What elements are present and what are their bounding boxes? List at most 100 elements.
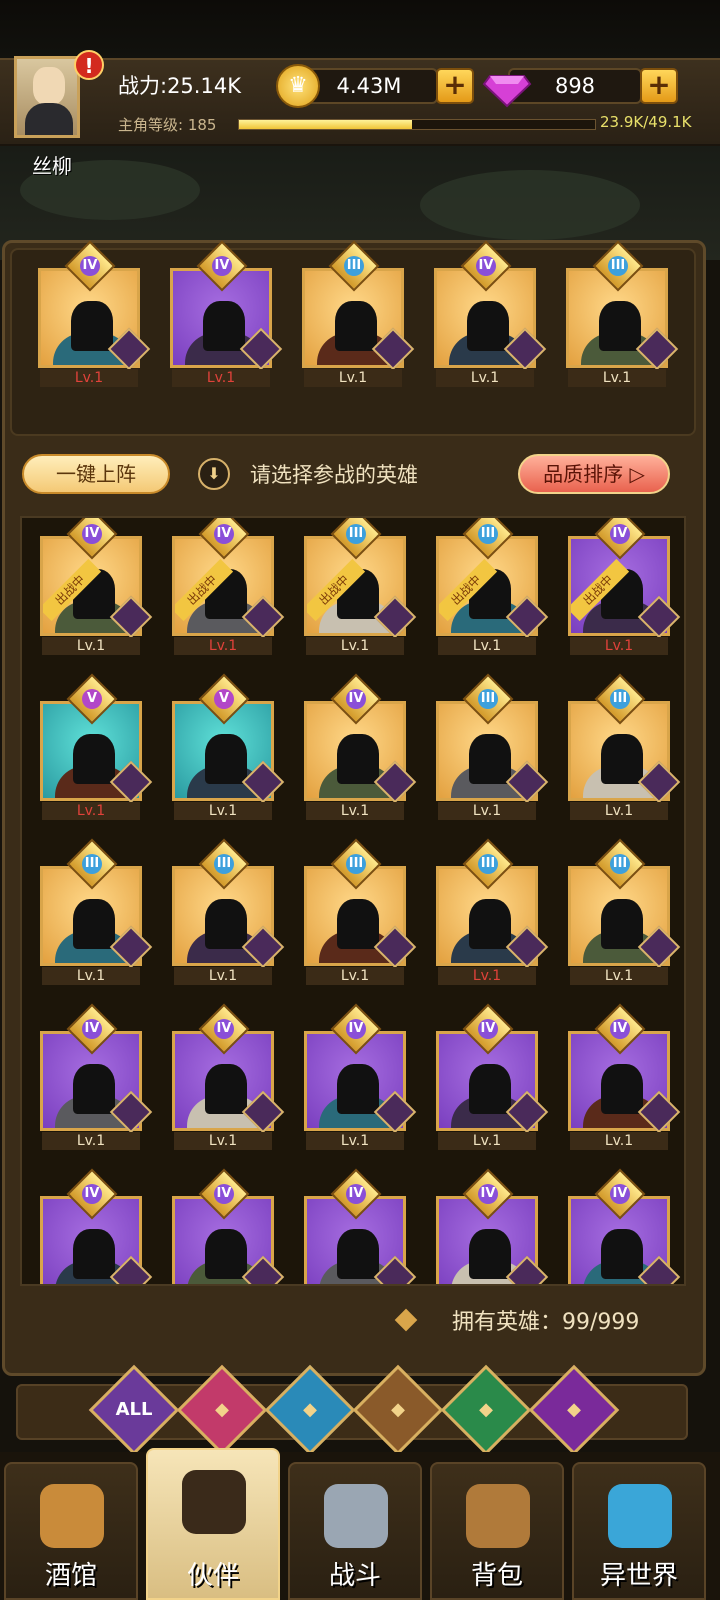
hero-card[interactable]: IV Lv.1 [170, 240, 283, 387]
lion-icon: ◆ [391, 1399, 405, 1420]
hero-card[interactable]: V Lv.1 [172, 673, 285, 820]
hero-card[interactable]: III Lv.1 [40, 838, 153, 985]
player-level: 185 [187, 116, 217, 134]
hero-level: Lv.1 [570, 637, 668, 655]
hero-card[interactable]: IV Lv.1 [40, 1003, 153, 1150]
hero-level: Lv.1 [306, 1132, 404, 1150]
hero-head [599, 301, 641, 351]
nav-tab-backpack[interactable]: 背包 [430, 1462, 564, 1600]
hero-head [337, 1064, 379, 1114]
gold-coin-icon: ♛ [276, 64, 320, 108]
add-gold-button[interactable]: + [436, 68, 474, 104]
fighter-filter-button[interactable]: ◆ [176, 1364, 268, 1456]
lion-filter-button[interactable]: ◆ [352, 1364, 444, 1456]
hero-card[interactable]: IV Lv.1 [304, 1003, 417, 1150]
rank-label: III [346, 258, 362, 273]
hero-card[interactable]: IV [172, 1168, 285, 1284]
nav-tab-partner[interactable]: 伙伴 [146, 1448, 280, 1600]
hero-card[interactable]: III Lv.1 [172, 838, 285, 985]
hero-head [73, 899, 115, 949]
rank-label: IV [348, 1021, 364, 1036]
goblin-filter-button[interactable]: ◆ [264, 1364, 356, 1456]
hero-card[interactable]: IV [436, 1168, 549, 1284]
nav-tab-battle[interactable]: 战斗 [288, 1462, 422, 1600]
quality-sort-button[interactable]: 品质排序 ▷ [518, 454, 670, 494]
hero-card[interactable]: 出战中 IV Lv.1 [172, 518, 285, 655]
nav-tab-tavern[interactable]: 酒馆 [4, 1462, 138, 1600]
rank-label: III [216, 856, 232, 871]
hero-head [469, 1229, 511, 1279]
hero-count: 拥有英雄：99/999 [452, 1310, 640, 1335]
tavern-icon [40, 1484, 104, 1548]
hero-card[interactable]: 出战中 IV Lv.1 [40, 518, 153, 655]
rank-label: III [480, 526, 496, 541]
hero-level: Lv.1 [438, 637, 536, 655]
xp-text: 23.9K/49.1K [600, 113, 692, 131]
hero-card[interactable]: IV Lv.1 [568, 1003, 681, 1150]
demon-filter-button[interactable]: ◆ [528, 1364, 620, 1456]
combat-power: 战力:25.14K [118, 74, 241, 98]
nav-tab-label: 异世界 [599, 1561, 678, 1591]
rank-label: IV [480, 1186, 496, 1201]
hero-card[interactable]: IV [568, 1168, 681, 1284]
rank-label: III [612, 856, 628, 871]
hero-card[interactable]: III Lv.1 [304, 838, 417, 985]
hero-level: Lv.1 [306, 967, 404, 985]
hero-level: Lv.1 [42, 802, 140, 820]
hero-card[interactable]: III Lv.1 [302, 240, 415, 387]
nav-tab-label: 酒馆 [44, 1561, 97, 1591]
all-filter-button[interactable]: ALL [88, 1364, 180, 1456]
rank-label: IV [478, 258, 494, 273]
auto-deploy-button[interactable]: 一键上阵 [22, 454, 170, 494]
rank-label: IV [214, 258, 230, 273]
partner-icon [182, 1470, 246, 1534]
hero-card[interactable]: V Lv.1 [40, 673, 153, 820]
hero-head [601, 734, 643, 784]
player-name: 丝柳 [32, 154, 72, 178]
player-level-label: 主角等级: 185 [118, 116, 217, 134]
hero-head [469, 899, 511, 949]
hero-card[interactable]: 出战中 III Lv.1 [304, 518, 417, 655]
hero-card[interactable]: IV Lv.1 [434, 240, 547, 387]
hero-card[interactable]: III Lv.1 [436, 838, 549, 985]
gem-icon [482, 75, 532, 108]
battle-icon [324, 1484, 388, 1548]
hero-card[interactable]: III Lv.1 [436, 673, 549, 820]
hero-card[interactable]: IV [40, 1168, 153, 1284]
hero-card[interactable]: III Lv.1 [566, 240, 679, 387]
player-avatar[interactable] [14, 56, 80, 138]
nav-tab-portal[interactable]: 异世界 [572, 1462, 706, 1600]
elf-filter-button[interactable]: ◆ [440, 1364, 532, 1456]
hero-head [337, 899, 379, 949]
hero-card[interactable]: IV [304, 1168, 417, 1284]
hero-head [203, 301, 245, 351]
rank-label: IV [348, 1186, 364, 1201]
hero-card[interactable]: IV Lv.1 [436, 1003, 549, 1150]
rank-label: IV [612, 526, 628, 541]
hero-level: Lv.1 [40, 369, 138, 387]
hero-card[interactable]: IV Lv.1 [38, 240, 151, 387]
hero-grid[interactable]: 出战中 IV Lv.1 出战中 IV Lv.1 出战中 III Lv.1 出战中 III Lv.1 出战… [20, 516, 686, 1286]
down-arrow-icon: ⬇ [198, 458, 230, 490]
rank-label: V [86, 691, 98, 706]
hero-level: Lv.1 [570, 1132, 668, 1150]
hero-card[interactable]: III Lv.1 [568, 838, 681, 985]
rank-label: III [84, 856, 100, 871]
rank-label: IV [84, 1021, 100, 1036]
hero-card[interactable]: 出战中 III Lv.1 [436, 518, 549, 655]
add-gem-button[interactable]: + [640, 68, 678, 104]
hero-head [337, 1229, 379, 1279]
hero-card[interactable]: 出战中 IV Lv.1 [568, 518, 681, 655]
rank-label: IV [216, 1021, 232, 1036]
rank-label: IV [612, 1186, 628, 1201]
rank-label: IV [480, 1021, 496, 1036]
alert-icon[interactable]: ! [74, 50, 104, 80]
hero-level: Lv.1 [436, 369, 534, 387]
rank-label: III [348, 526, 364, 541]
rank-label: III [612, 691, 628, 706]
hero-level: Lv.1 [306, 637, 404, 655]
hero-card[interactable]: III Lv.1 [568, 673, 681, 820]
hero-card[interactable]: IV Lv.1 [304, 673, 417, 820]
hero-card[interactable]: IV Lv.1 [172, 1003, 285, 1150]
hero-level: Lv.1 [438, 967, 536, 985]
